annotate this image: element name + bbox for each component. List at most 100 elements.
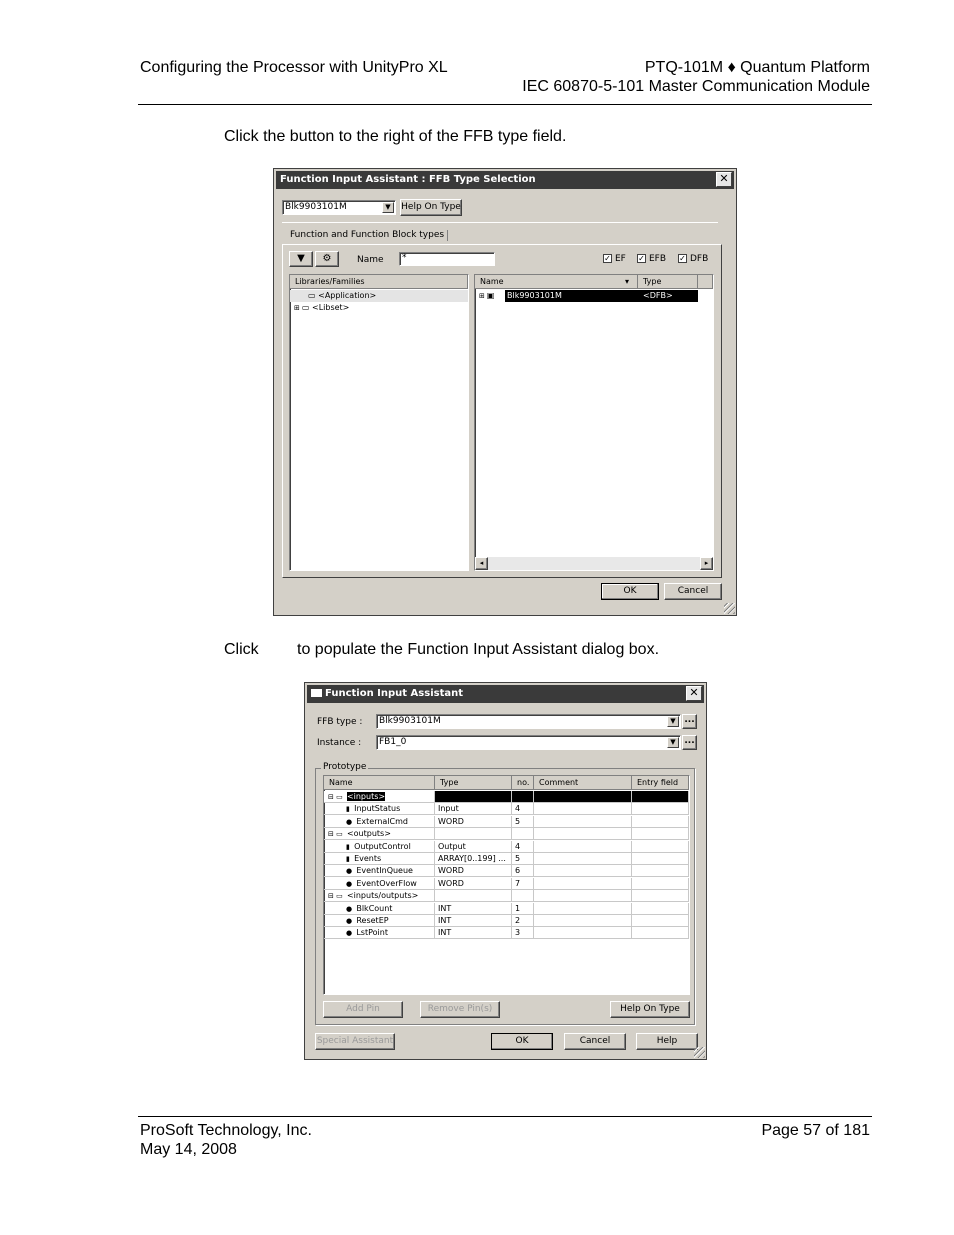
libraries-header[interactable]: Libraries/Families [290,275,468,289]
row-entry-cell[interactable] [632,853,689,865]
tab-function-types[interactable]: Function and Function Block types [287,230,449,241]
row-name-cell: ▮ InputStatus [324,803,435,816]
row-name: <outputs> [346,829,391,839]
row-entry-cell[interactable] [632,890,689,903]
row-type-cell: ARRAY[0..199] ... [435,853,512,865]
list-item[interactable]: ⊞ ▣ Blk9903101M <DFB> [475,290,713,302]
row-entry-cell[interactable] [632,840,689,853]
ffb-browse-button[interactable]: ... [682,714,697,729]
row-entry-cell[interactable] [632,791,689,803]
row-entry-cell[interactable] [632,902,689,915]
cancel-button[interactable]: Cancel [664,583,722,600]
add-pin-button[interactable]: Add Pin [323,1001,403,1018]
table-row[interactable]: ⊟ ▭ <outputs> [324,828,689,841]
name-filter-input[interactable]: * [399,252,495,266]
extra-column-header[interactable] [698,275,713,289]
types-list[interactable]: Name ▾ Type ⊞ ▣ Blk9903101M <DFB> ◂ ▸ [474,274,714,571]
row-entry-cell[interactable] [632,803,689,816]
name-filter-label: Name [357,255,384,265]
dialog1-title: Function Input Assistant : FFB Type Sele… [280,174,536,185]
tree-item-libset[interactable]: ⊞ ▭ <Libset> [290,302,468,314]
row-name-cell: ● EventInQueue [324,865,435,878]
scroll-left-icon[interactable]: ◂ [475,557,488,570]
row-entry-cell[interactable] [632,877,689,890]
expand-icon[interactable]: ⊞ [294,304,300,312]
table-row[interactable]: ⊟ ▭ <inputs/outputs> [324,890,689,903]
expand-icon[interactable]: ⊞ [479,292,485,300]
collapse-folder-icon[interactable]: ⊟ ▭ [328,892,345,900]
table-row[interactable]: ● BlkCount INT 1 [324,902,689,915]
table-row[interactable]: ⊟ ▭ <inputs> [324,791,689,803]
comment-column-header[interactable]: Comment [534,776,632,790]
no-column-header[interactable]: no. [512,776,534,790]
remove-pins-button[interactable]: Remove Pin(s) [420,1001,500,1018]
cancel-button[interactable]: Cancel [564,1033,626,1050]
scroll-right-icon[interactable]: ▸ [700,557,713,570]
element-icon: ● [346,817,355,826]
table-row[interactable]: ▮ OutputControl Output 4 [324,840,689,853]
row-type-cell [435,791,512,803]
element-icon: ● [346,867,355,876]
row-no-cell: 3 [512,927,534,940]
table-row[interactable]: ▮ InputStatus Input 4 [324,803,689,816]
collapse-folder-icon[interactable]: ⊟ ▭ [328,793,345,801]
row-name-cell: ⊟ ▭ <inputs> [324,791,435,803]
chevron-down-icon[interactable]: ▼ [667,737,679,748]
instruction-2-end: to populate the Function Input Assistant… [297,641,660,658]
row-entry-cell[interactable] [632,865,689,878]
ffb-type-label: FFB type : [317,717,363,727]
help-on-type-button[interactable]: Help On Type [610,1001,690,1018]
ok-button[interactable]: OK [601,583,659,600]
name-column-header[interactable]: Name [324,776,435,790]
table-row[interactable]: ▮ Events ARRAY[0..199] ... 5 [324,853,689,865]
row-entry-cell[interactable] [632,915,689,927]
row-name-cell: ⊟ ▭ <inputs/outputs> [324,890,435,903]
type-column-header[interactable]: Type [435,776,512,790]
table-row[interactable]: ● ExternalCmd WORD 5 [324,815,689,828]
row-entry-cell[interactable] [632,815,689,828]
entry-field-column-header[interactable]: Entry field [632,776,689,790]
row-name-cell: ● ResetEP [324,915,435,927]
instruction-1: Click the button to the right of the FFB… [224,128,567,145]
close-icon[interactable]: ✕ [686,686,702,701]
help-on-type-button[interactable]: Help On Type [400,199,462,216]
ffb-type-combo[interactable]: Blk9903101M ▼ [282,200,396,215]
close-icon[interactable]: ✕ [716,172,732,187]
table-row[interactable]: ● EventInQueue WORD 6 [324,865,689,878]
row-name: BlkCount [356,903,393,913]
chevron-down-icon[interactable]: ▼ [667,716,679,727]
table-row[interactable]: ● EventOverFlow WORD 7 [324,877,689,890]
prototype-table[interactable]: Name Type no. Comment Entry field ⊟ ▭ <i… [323,775,690,995]
chevron-down-icon[interactable]: ▼ [382,202,394,213]
ffb-type-combo[interactable]: Blk9903101M ▼ [376,714,681,729]
help-button[interactable]: Help [636,1033,698,1050]
efb-checkbox[interactable]: ✓ EFB [637,254,666,265]
filter-icon[interactable]: ▼ [289,251,313,267]
ok-button[interactable]: OK [491,1033,553,1050]
row-type-cell: INT [435,927,512,940]
type-column-header[interactable]: Type [638,275,698,289]
resize-grip-icon[interactable] [724,603,735,614]
libraries-tree[interactable]: Libraries/Families ▭ <Application> ⊞ ▭ <L… [289,274,469,571]
row-name-cell: ▮ Events [324,853,435,865]
table-row[interactable]: ● ResetEP INT 2 [324,915,689,927]
ef-checkbox[interactable]: ✓ EF [603,254,626,265]
dfb-checkbox[interactable]: ✓ DFB [678,254,708,265]
row-entry-cell[interactable] [632,927,689,940]
row-entry-cell[interactable] [632,828,689,841]
instance-combo[interactable]: FB1_0 ▼ [376,735,681,750]
resize-grip-icon[interactable] [694,1047,705,1058]
row-comment-cell [534,915,632,927]
horizontal-scrollbar[interactable]: ◂ ▸ [475,557,713,570]
instance-browse-button[interactable]: ... [682,735,697,750]
name-column-header[interactable]: Name ▾ [475,275,638,289]
table-row[interactable]: ● LstPoint INT 3 [324,927,689,940]
collapse-folder-icon[interactable]: ⊟ ▭ [328,830,345,838]
tree-item-application[interactable]: ▭ <Application> [290,290,468,302]
dialog2-titlebar: Function Input Assistant ✕ [307,685,704,703]
header-rule [138,104,872,105]
dialog2-title: Function Input Assistant [325,688,464,699]
special-assistant-button[interactable]: Special Assistant [315,1033,395,1050]
name-header-label: Name [480,277,504,286]
gear-icon[interactable]: ⚙ [315,251,339,267]
